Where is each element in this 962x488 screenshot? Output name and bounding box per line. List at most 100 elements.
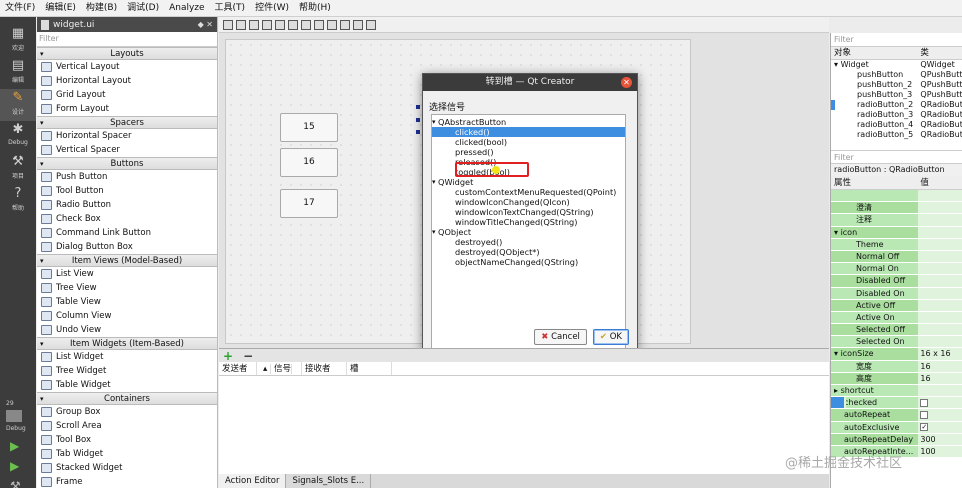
layout-split-h-icon[interactable] — [301, 19, 311, 30]
category-header[interactable]: ▾ Buttons — [37, 157, 217, 170]
menu-item[interactable]: 工具(T) — [210, 0, 251, 17]
category-header[interactable]: ▾ Layouts — [37, 47, 217, 60]
adjust-size-icon[interactable] — [366, 19, 376, 30]
signal-item[interactable]: objectNameChanged(QString) — [432, 257, 625, 267]
category-header[interactable]: ▾ Item Views (Model-Based) — [37, 254, 217, 267]
property-value[interactable]: ✓ — [844, 397, 846, 409]
property-row[interactable]: Normal On — [831, 263, 962, 276]
remove-connection-icon[interactable]: − — [243, 349, 253, 363]
property-row[interactable]: Disabled On — [831, 287, 962, 300]
widget-item[interactable]: Horizontal Spacer — [37, 129, 217, 143]
mode-help[interactable]: ? 帮助 — [0, 185, 36, 217]
cancel-button[interactable]: ✖ Cancel — [534, 329, 587, 345]
object-row[interactable]: radioButton_3 QRadioButton — [831, 110, 962, 120]
menu-item[interactable]: 构建(B) — [81, 0, 122, 17]
widget-item[interactable]: Table Widget — [37, 378, 217, 392]
property-row[interactable]: 注释 — [831, 214, 962, 227]
category-header[interactable]: ▾ Item Widgets (Item-Based) — [37, 337, 217, 350]
debug-run-icon[interactable]: ▶ — [10, 459, 19, 473]
signal-item[interactable]: windowIconTextChanged(QString) — [432, 207, 625, 217]
property-filter-input[interactable]: Filter — [831, 150, 962, 164]
signal-item[interactable]: destroyed() — [432, 237, 625, 247]
object-filter-input[interactable]: Filter — [831, 33, 962, 47]
push-button-2[interactable]: 16 — [280, 148, 338, 177]
widget-item[interactable]: Tree Widget — [37, 364, 217, 378]
widget-item[interactable]: Dialog Button Box — [37, 240, 217, 254]
checkbox[interactable] — [920, 398, 929, 407]
property-row[interactable]: Active Off — [831, 299, 962, 312]
widget-item[interactable]: List View — [37, 267, 217, 281]
edit-buddies-icon[interactable] — [249, 19, 259, 30]
menu-item[interactable]: Analyze — [164, 0, 209, 17]
widget-item[interactable]: Scroll Area — [37, 419, 217, 433]
widget-item[interactable]: Command Link Button — [37, 226, 217, 240]
property-value[interactable]: 300 — [918, 433, 962, 445]
category-header[interactable]: ▾ Containers — [37, 392, 217, 405]
layout-horizontal-icon[interactable] — [275, 19, 285, 30]
widget-item[interactable]: Horizontal Layout — [37, 74, 217, 88]
signal-item[interactable]: customContextMenuRequested(QPoint) — [432, 187, 625, 197]
signal-group[interactable]: QObject — [432, 227, 625, 237]
menu-item[interactable]: 编辑(E) — [40, 0, 81, 17]
widget-item[interactable]: Vertical Spacer — [37, 143, 217, 157]
mode-bug[interactable]: ✱ Debug — [0, 121, 36, 153]
property-row[interactable]: ▸ shortcut — [831, 385, 962, 398]
property-value[interactable]: ✓ — [918, 421, 962, 433]
widget-item[interactable]: Column View — [37, 309, 217, 323]
object-row[interactable]: ▾ Widget QWidget — [831, 60, 962, 70]
property-row[interactable]: Theme — [831, 238, 962, 251]
mode-edit[interactable]: ▤ 编辑 — [0, 57, 36, 89]
push-button-3[interactable]: 17 — [280, 189, 338, 218]
widget-item[interactable]: Form Layout — [37, 102, 217, 116]
property-row[interactable]: Normal Off — [831, 250, 962, 264]
signal-item[interactable]: windowIconChanged(QIcon) — [432, 197, 625, 207]
edit-widgets-icon[interactable] — [223, 19, 233, 30]
widget-item[interactable]: Table View — [37, 295, 217, 309]
header-signal[interactable]: ▴ 信号 — [257, 362, 302, 375]
signal-item[interactable]: pressed() — [432, 147, 625, 157]
signal-item[interactable]: destroyed(QObject*) — [432, 247, 625, 257]
property-row[interactable]: 澄清 — [831, 202, 962, 215]
widget-item[interactable]: Radio Button — [37, 198, 217, 212]
widget-item[interactable]: Vertical Layout — [37, 60, 217, 74]
signal-group[interactable]: QWidget — [432, 177, 625, 187]
widget-item[interactable]: Stacked Widget — [37, 461, 217, 475]
property-row[interactable]: autoRepeat — [831, 409, 962, 422]
kit-selector[interactable]: 29 Debug — [6, 400, 26, 432]
header-slot[interactable]: 槽 — [347, 362, 392, 375]
property-row[interactable]: 宽度 16 — [831, 360, 962, 373]
widget-item[interactable]: Frame — [37, 475, 217, 488]
break-layout-icon[interactable] — [353, 19, 363, 30]
mode-pen[interactable]: ✎ 设计 — [0, 89, 36, 121]
layout-form-icon[interactable] — [340, 19, 350, 30]
widget-item[interactable]: Tree View — [37, 281, 217, 295]
checkbox[interactable] — [920, 410, 929, 419]
category-header[interactable]: ▾ Spacers — [37, 116, 217, 129]
property-row[interactable]: checkable✓ — [831, 397, 846, 410]
property-value[interactable]: 100 — [918, 445, 962, 458]
property-row[interactable] — [831, 190, 962, 203]
edit-signals-icon[interactable] — [236, 19, 246, 30]
widget-item[interactable]: Tab Widget — [37, 447, 217, 461]
tab-action-editor[interactable]: Action Editor — [219, 474, 287, 488]
property-row[interactable]: Disabled Off — [831, 275, 962, 288]
add-connection-icon[interactable]: + — [223, 349, 233, 363]
header-receiver[interactable]: 接收者 — [302, 362, 347, 375]
object-row[interactable]: pushButton QPushButton — [831, 70, 962, 80]
widget-item[interactable]: Group Box — [37, 405, 217, 419]
property-row[interactable]: autoExclusive ✓ — [831, 421, 962, 434]
mode-grid[interactable]: ▦ 欢迎 — [0, 25, 36, 57]
object-row[interactable]: radioButton_4 QRadioButton — [831, 120, 962, 130]
widget-filter-input[interactable]: Filter — [37, 32, 217, 47]
layout-split-v-icon[interactable] — [314, 19, 324, 30]
object-row[interactable]: pushButton_3 QPushButton — [831, 90, 962, 100]
widget-item[interactable]: Push Button — [37, 170, 217, 184]
selection-handle[interactable] — [416, 130, 420, 134]
menu-item[interactable]: 调试(D) — [122, 0, 164, 17]
tab-signals-slots[interactable]: Signals_Slots E... — [286, 474, 372, 488]
checkbox[interactable]: ✓ — [920, 423, 929, 432]
property-value[interactable] — [918, 409, 962, 421]
edit-tab-order-icon[interactable] — [262, 19, 272, 30]
run-icon[interactable]: ▶ — [10, 439, 19, 453]
property-row[interactable]: autoRepeatDelay 300 — [831, 433, 962, 446]
